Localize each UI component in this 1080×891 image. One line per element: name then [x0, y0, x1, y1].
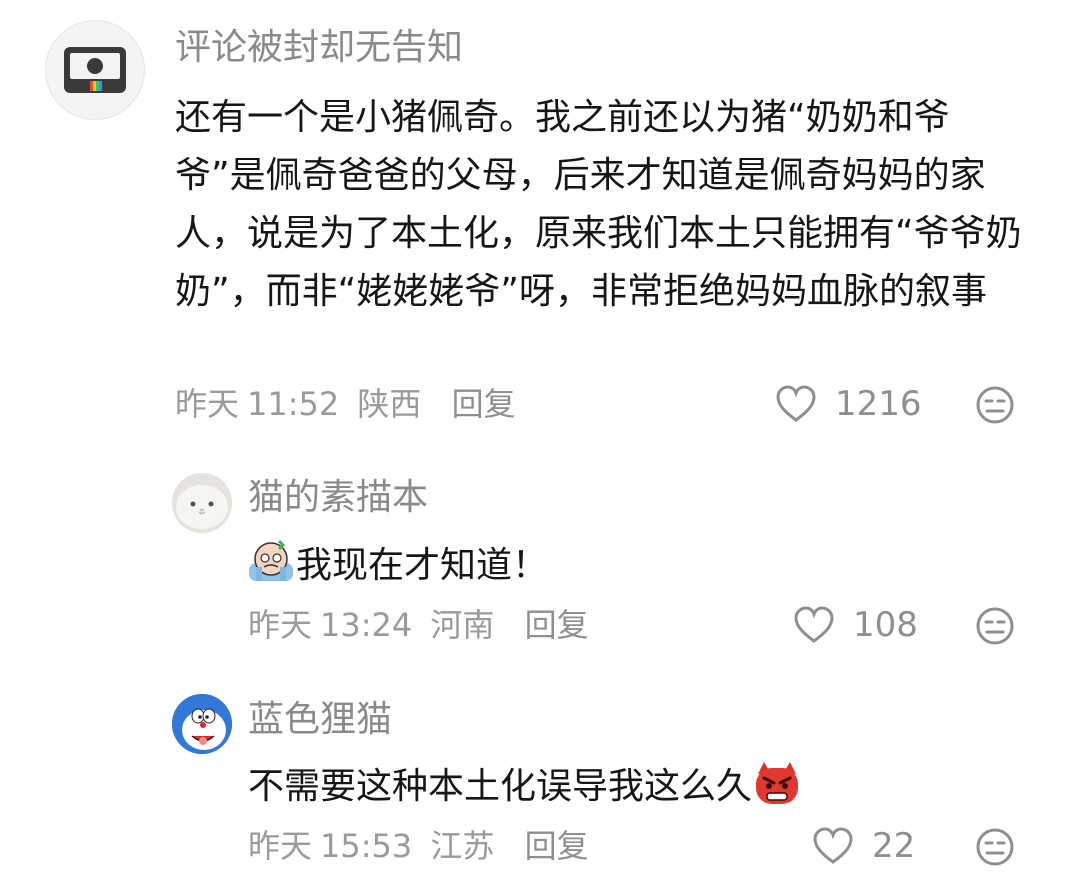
like-count: 22	[872, 826, 916, 866]
comment-date: 昨天	[175, 385, 240, 423]
comment-meta: 昨天 13:24 河南 回复	[248, 605, 597, 645]
comment-text-row: 不需要这种本土化误导我这么久	[248, 758, 1008, 824]
heart-icon	[776, 385, 816, 422]
comment-date: 昨天	[248, 606, 313, 644]
like-count: 108	[853, 605, 918, 645]
reply-button[interactable]: 回复	[525, 827, 589, 865]
like-button[interactable]: 108	[793, 605, 918, 645]
reply-button[interactable]: 回复	[525, 606, 589, 644]
comment-meta: 昨天 11:52 陕西 回复	[175, 384, 524, 424]
username[interactable]: 蓝色狸猫	[248, 698, 392, 742]
comment-location: 江苏	[430, 827, 495, 865]
comment-time: 11:52	[247, 385, 340, 423]
comment-date: 昨天	[248, 827, 313, 865]
heart-icon	[813, 827, 853, 864]
dislike-button[interactable]	[975, 385, 1015, 429]
dislike-button[interactable]	[975, 827, 1015, 871]
comment-time: 15:53	[320, 827, 413, 865]
white-cat-avatar	[172, 473, 232, 533]
crying-emoji	[246, 537, 296, 603]
comment-time: 13:24	[320, 606, 413, 644]
neutral-face-icon	[976, 607, 1014, 645]
neutral-face-icon	[976, 828, 1014, 866]
doraemon-avatar	[172, 694, 232, 754]
username[interactable]: 评论被封却无告知	[175, 26, 463, 70]
reply-button[interactable]: 回复	[452, 385, 516, 423]
heart-icon	[794, 606, 834, 643]
comment-text: 不需要这种本土化误导我这么久	[248, 766, 753, 807]
username[interactable]: 猫的素描本	[248, 476, 428, 520]
comment-location: 河南	[430, 606, 495, 644]
avatar[interactable]	[45, 20, 145, 120]
like-count: 1216	[835, 384, 922, 424]
like-button[interactable]: 22	[812, 826, 915, 866]
dislike-button[interactable]	[975, 606, 1015, 650]
like-button[interactable]: 1216	[775, 384, 922, 424]
angry-red-face-emoji	[752, 758, 802, 824]
avatar[interactable]	[172, 694, 232, 754]
comment-location: 陕西	[357, 385, 422, 423]
neutral-face-icon	[976, 386, 1014, 424]
avatar[interactable]	[172, 473, 232, 533]
camera-icon	[64, 47, 126, 93]
comment-text: 我现在才知道！	[296, 545, 549, 586]
comment-text: 还有一个是小猪佩奇。我之前还以为猪“奶奶和爷爷”是佩奇爸爸的父母，后来才知道是佩…	[175, 97, 1022, 312]
comment-text-row: 我现在才知道！	[246, 537, 1006, 603]
comment-meta: 昨天 15:53 江苏 回复	[248, 826, 597, 866]
